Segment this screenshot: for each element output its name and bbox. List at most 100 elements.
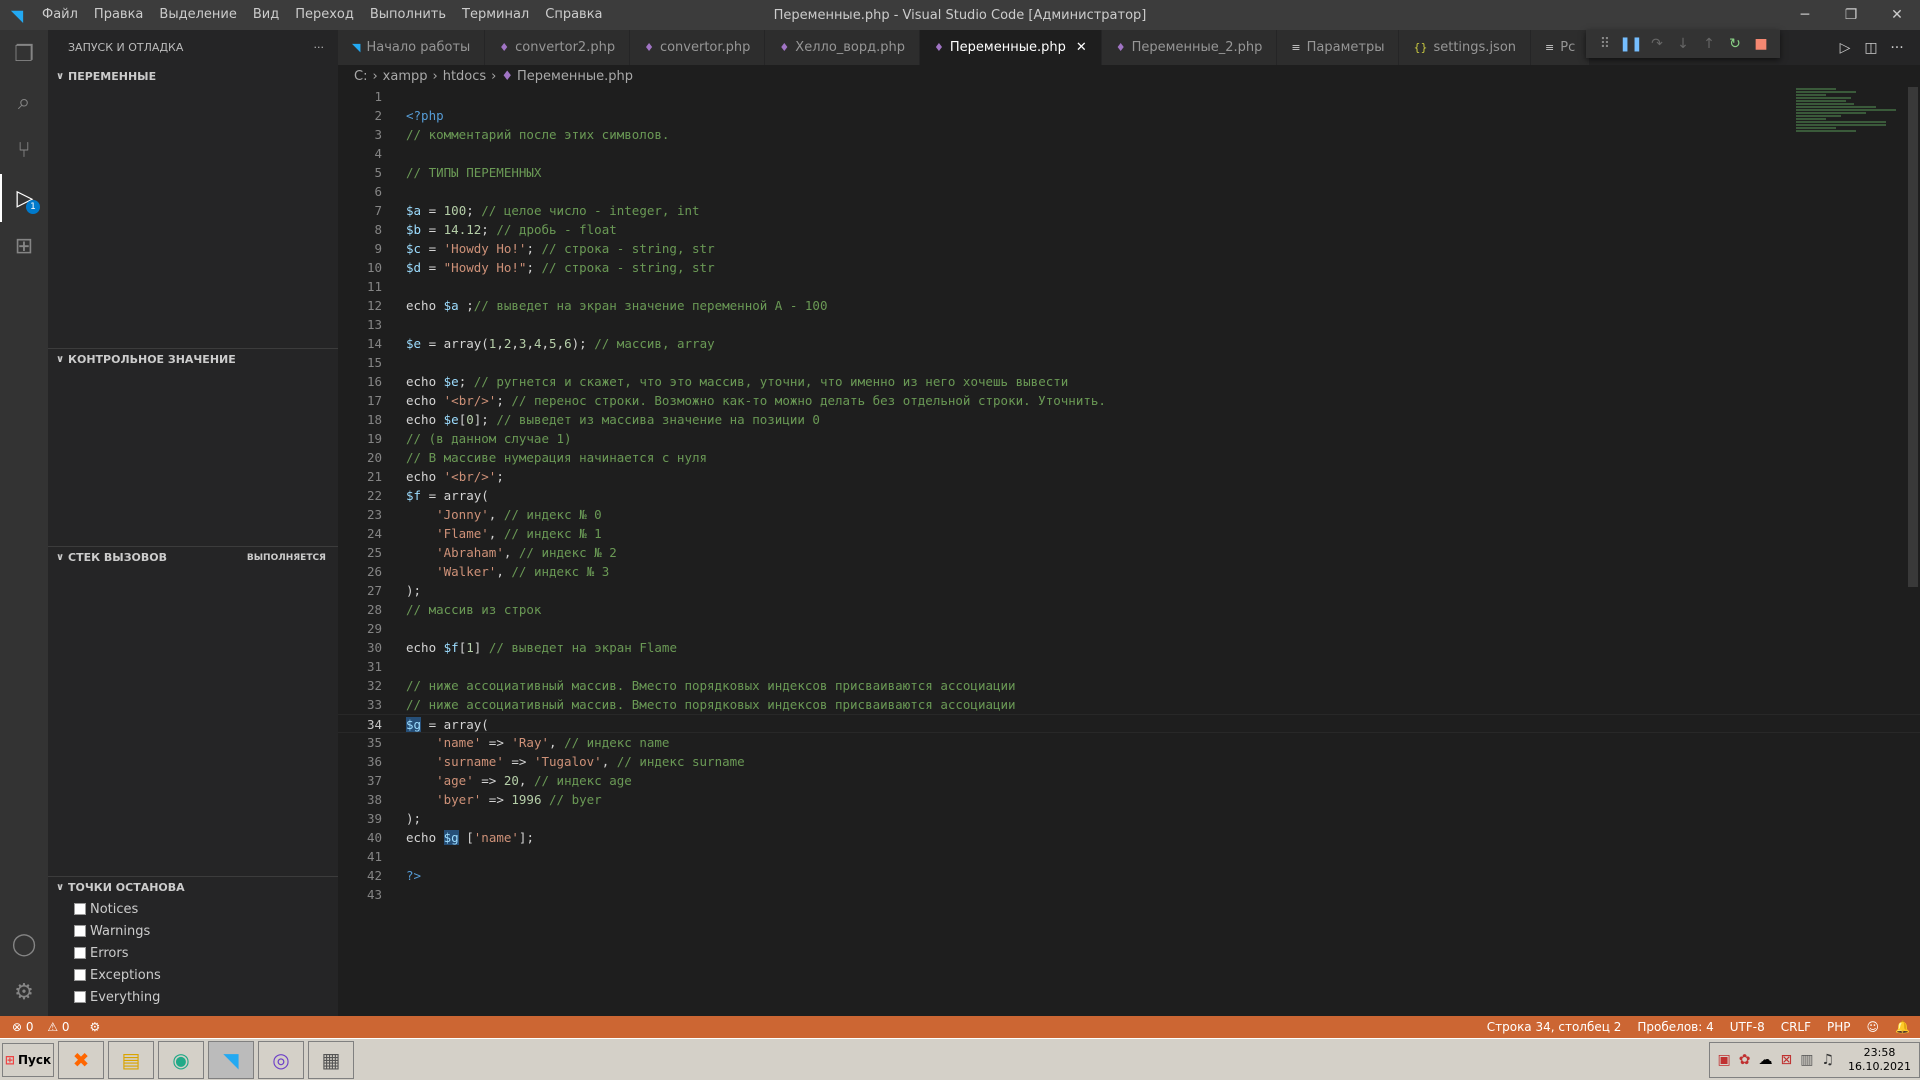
end-of-line[interactable]: CRLF <box>1781 1020 1811 1034</box>
menu-item[interactable]: Переход <box>287 0 362 30</box>
network-icon[interactable]: ⊠ <box>1780 1052 1792 1068</box>
tab-7[interactable]: {} settings.json <box>1399 30 1532 65</box>
activity-bar: ❐ ⌕ ⑂ ▷ 1 ⊞ ◯ ⚙ <box>0 30 48 1016</box>
menu-item[interactable]: Файл <box>34 0 86 30</box>
tray-app-icon[interactable]: ☁ <box>1758 1052 1772 1068</box>
volume-icon[interactable]: ♫ <box>1821 1052 1834 1068</box>
code-line: 9 $c = 'Howdy Ho!'; // строка - string, s… <box>374 241 715 256</box>
tab-2[interactable]: ♦ convertor.php <box>630 30 766 65</box>
tab-6[interactable]: ≡ Параметры <box>1277 30 1400 65</box>
menu-item[interactable]: Справка <box>537 0 610 30</box>
watch-panel <box>48 370 338 546</box>
indentation[interactable]: Пробелов: 4 <box>1637 1020 1713 1034</box>
more-actions-icon[interactable]: ··· <box>1884 40 1910 56</box>
breakpoint-item: Notices <box>48 898 338 920</box>
tab-8[interactable]: ≡ Pc <box>1531 30 1591 65</box>
calculator-icon[interactable]: ▦ <box>308 1040 354 1079</box>
code-line: 20// В массиве нумерация начинается с ну… <box>366 450 708 465</box>
explorer-icon[interactable]: ❐ <box>0 30 48 78</box>
stop-icon[interactable]: ■ <box>1748 36 1774 52</box>
tab-label: Pc <box>1560 40 1576 55</box>
chevron-down-icon: ∨ <box>55 70 65 82</box>
clock[interactable]: 23:58 16.10.2021 <box>1848 1046 1911 1074</box>
callstack-section-header[interactable]: ∨ СТЕК ВЫЗОВОВ ВЫПОЛНЯЕТСЯ <box>48 546 338 568</box>
code-line: 13 <box>366 317 382 332</box>
search-icon[interactable]: ⌕ <box>0 78 48 126</box>
xampp-icon[interactable]: ✖ <box>58 1040 104 1079</box>
start-button[interactable]: ⊞ Пуск <box>2 1042 54 1077</box>
breadcrumb-folder[interactable]: htdocs <box>443 69 486 84</box>
tab-4[interactable]: ♦ Переменные.php ✕ <box>920 30 1102 65</box>
close-window-icon[interactable]: ✕ <box>1874 0 1920 30</box>
chevron-down-icon: ∨ <box>55 882 65 893</box>
restore-icon[interactable]: ❐ <box>1828 0 1874 30</box>
problems-indicator[interactable]: ⊗ 0 ⚠ 0 <box>12 1020 80 1034</box>
account-icon[interactable]: ◯ <box>0 920 48 968</box>
tray-app-icon[interactable]: ▣ <box>1718 1052 1731 1068</box>
tab-5[interactable]: ♦ Переменные_2.php <box>1101 30 1278 65</box>
step-over-icon[interactable]: ↷ <box>1644 36 1670 52</box>
github-desktop-icon[interactable]: ◎ <box>258 1040 304 1079</box>
notifications-icon[interactable]: 🔔 <box>1895 1020 1910 1034</box>
code-line: 12 echo $a ;// выведет на экран значение … <box>366 298 828 313</box>
variables-section-header[interactable]: ∨ ПЕРЕМЕННЫЕ <box>48 65 338 87</box>
tab-label: Переменные.php <box>949 40 1066 55</box>
minimize-icon[interactable]: ─ <box>1782 0 1828 30</box>
file-explorer-icon[interactable]: ▤ <box>108 1040 154 1079</box>
tray-app-icon[interactable]: ▥ <box>1800 1052 1813 1068</box>
breakpoint-checkbox[interactable] <box>74 991 86 1003</box>
restart-icon[interactable]: ↻ <box>1722 36 1748 52</box>
code-line: 35 'name' => 'Ray', // индекс name <box>366 735 670 750</box>
code-line: 32// ниже ассоциативный массив. Вместо п… <box>366 678 1016 693</box>
minimap[interactable] <box>1796 87 1906 177</box>
step-out-icon[interactable]: ↑ <box>1696 36 1722 52</box>
php-icon: ♦ <box>644 41 654 54</box>
run-debug-icon[interactable]: ▷ 1 <box>0 174 48 222</box>
cursor-position[interactable]: Строка 34, столбец 2 <box>1487 1020 1622 1034</box>
breakpoint-checkbox[interactable] <box>74 903 86 915</box>
menu-item[interactable]: Вид <box>245 0 287 30</box>
breadcrumb-file[interactable]: Переменные.php <box>517 69 633 84</box>
code-line: 38 'byer' => 1996 // byer <box>366 792 602 807</box>
tab-3[interactable]: ♦ Хелло_ворд.php <box>765 30 921 65</box>
breakpoint-checkbox[interactable] <box>74 969 86 981</box>
editor-scrollbar[interactable] <box>1906 87 1920 1016</box>
encoding[interactable]: UTF-8 <box>1730 1020 1765 1034</box>
menu-item[interactable]: Терминал <box>454 0 537 30</box>
tray-app-icon[interactable]: ✿ <box>1739 1052 1751 1068</box>
extensions-icon[interactable]: ⊞ <box>0 222 48 270</box>
feedback-icon[interactable]: ☺ <box>1867 1020 1880 1034</box>
code-line: 24 'Flame', // индекс № 1 <box>366 526 602 541</box>
system-tray: ▣ ✿ ☁ ⊠ ▥ ♫ 23:58 16.10.2021 <box>1708 1041 1920 1078</box>
split-editor-icon[interactable]: ◫ <box>1858 40 1884 56</box>
pause-icon[interactable]: ❚❚ <box>1618 36 1644 52</box>
watch-section-header[interactable]: ∨ КОНТРОЛЬНОЕ ЗНАЧЕНИЕ <box>48 348 338 370</box>
code-line: 7 $a = 100; // целое число - integer, int <box>374 203 700 218</box>
breakpoint-checkbox[interactable] <box>74 925 86 937</box>
menu-item[interactable]: Выполнить <box>362 0 454 30</box>
breadcrumb-drive[interactable]: C: <box>354 69 367 84</box>
tab-1[interactable]: ♦ convertor2.php <box>485 30 631 65</box>
vscode-taskbar-icon[interactable]: ◥ <box>208 1040 254 1079</box>
code-editor[interactable]: 1 2 <?php 3// комментарий после этих симв… <box>338 87 1920 1016</box>
more-actions-icon[interactable]: ··· <box>314 41 325 54</box>
chrome-icon[interactable]: ◉ <box>158 1040 204 1079</box>
debug-launch-icon[interactable]: ⚙ <box>90 1020 101 1034</box>
menu-item[interactable]: Выделение <box>151 0 244 30</box>
breakpoint-item: Warnings <box>48 920 338 942</box>
gear-icon[interactable]: ⚙ <box>0 968 48 1016</box>
breadcrumb-folder[interactable]: xampp <box>383 69 428 84</box>
breakpoint-checkbox[interactable] <box>74 947 86 959</box>
language-mode[interactable]: PHP <box>1827 1020 1851 1034</box>
source-control-icon[interactable]: ⑂ <box>0 126 48 174</box>
drag-handle-icon[interactable]: ⠿ <box>1592 36 1618 52</box>
windows-flag-icon: ⊞ <box>4 1052 15 1067</box>
vscode-icon: ◥ <box>352 41 361 54</box>
tab-label: convertor.php <box>659 40 751 55</box>
step-into-icon[interactable]: ↓ <box>1670 36 1696 52</box>
tab-0[interactable]: ◥ Начало работы <box>338 30 486 65</box>
breakpoints-section-header[interactable]: ∨ ТОЧКИ ОСТАНОВА <box>48 876 338 898</box>
close-tab-icon[interactable]: ✕ <box>1076 40 1087 55</box>
menu-item[interactable]: Правка <box>86 0 151 30</box>
run-file-icon[interactable]: ▷ <box>1832 40 1858 56</box>
